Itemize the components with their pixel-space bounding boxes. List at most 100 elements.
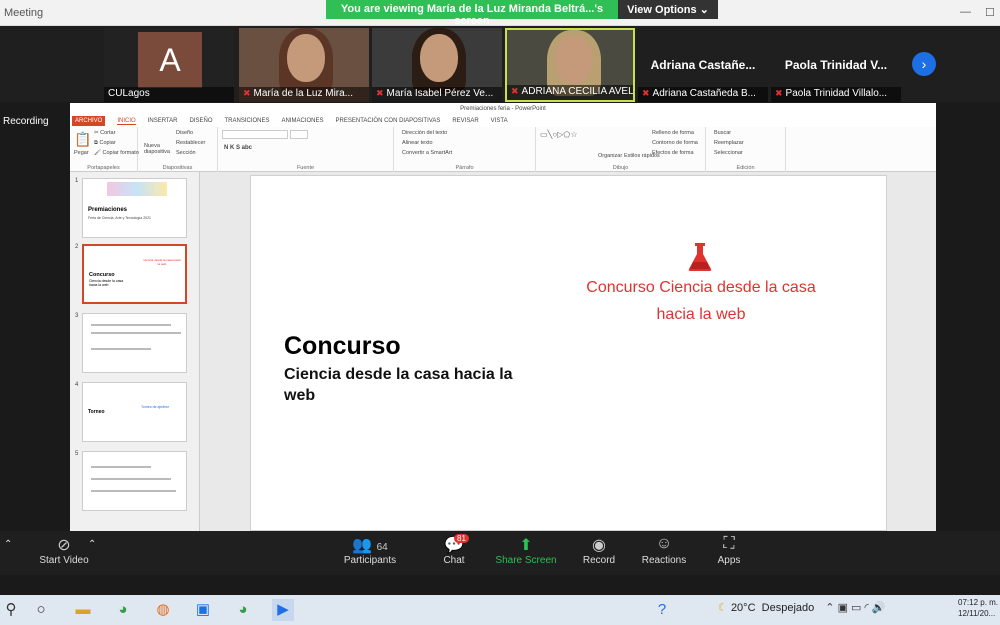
- organize-button[interactable]: Organizar: [598, 153, 622, 159]
- apps-icon: ⛶: [723, 535, 735, 552]
- find-button[interactable]: Buscar: [714, 130, 731, 136]
- participant-tile-5[interactable]: Adriana Castañe... ✖ Adriana Castañeda B.…: [638, 28, 768, 102]
- chat-badge: 81: [454, 534, 469, 543]
- cut-button[interactable]: ✂ Cortar: [94, 130, 115, 136]
- participant-tile-6[interactable]: Paola Trinidad V... ✖ Paola Trinidad Vill…: [771, 28, 901, 102]
- chat-button[interactable]: 💬 Chat 81: [436, 534, 472, 566]
- font-size-select[interactable]: [290, 130, 308, 139]
- font-style-buttons[interactable]: N K S abc: [224, 145, 252, 151]
- group-dibujo: ▭╲○▷⬠☆ Organizar Estilos rápidos Relleno…: [536, 127, 706, 172]
- participant-name: ✖ María de la Luz Mira...: [239, 87, 369, 102]
- participant-name: ✖ADRIANA CECILIA AVELA...: [507, 85, 633, 100]
- start-video-button[interactable]: ⊘ Start Video: [36, 535, 92, 566]
- tab-inicio[interactable]: INICIO: [117, 118, 136, 125]
- smartart-button[interactable]: Convertir a SmartArt: [402, 150, 452, 156]
- shape-effects-button[interactable]: Efectos de forma: [652, 150, 694, 156]
- tab-vista[interactable]: VISTA: [491, 118, 508, 124]
- slide-thumbnails: 1 Premiaciones Feria de Ciencia, Arte y …: [70, 172, 200, 531]
- share-screen-button[interactable]: ⬆ Share Screen: [494, 535, 558, 566]
- participant-tile-culagos[interactable]: A CULagos: [104, 28, 234, 102]
- tab-animaciones[interactable]: ANIMACIONES: [282, 118, 324, 124]
- window-title: Meeting: [4, 7, 44, 19]
- tab-transiciones[interactable]: TRANSICIONES: [225, 118, 270, 124]
- participant-name: ✖ María Isabel Pérez Ve...: [372, 87, 502, 102]
- ppt-title: Premiaciones feria - PowerPoint: [70, 103, 936, 115]
- paste-button[interactable]: Pegar: [74, 150, 89, 156]
- record-icon: ◉: [592, 537, 606, 554]
- apps-button[interactable]: ⛶ Apps: [714, 535, 744, 566]
- moon-icon: ☾: [718, 602, 728, 614]
- mic-muted-icon: ✖: [511, 86, 519, 96]
- participant-name: ✖ Paola Trinidad Villalo...: [771, 87, 901, 102]
- next-page-arrow-icon[interactable]: ›: [912, 52, 936, 76]
- section-button[interactable]: Sección: [176, 150, 196, 156]
- participant-name: ✖ Adriana Castañeda B...: [638, 87, 768, 102]
- video-chevron-icon[interactable]: ⌃: [88, 539, 96, 550]
- weather-widget[interactable]: ☾ 20°C Despejado ⌃ ▣ ▭ ◜ 🔊: [718, 601, 885, 614]
- participants-icon: 👥 64: [352, 537, 388, 554]
- minimize-icon[interactable]: —: [960, 6, 971, 18]
- select-button[interactable]: Seleccionar: [714, 150, 743, 156]
- thumb-slide-1[interactable]: Premiaciones Feria de Ciencia, Arte y Te…: [82, 178, 187, 238]
- slide-2[interactable]: Concurso Ciencia desde la casa hacia la …: [250, 175, 887, 531]
- help-icon[interactable]: ?: [651, 599, 673, 621]
- tab-insertar[interactable]: INSERTAR: [148, 118, 178, 124]
- zoom-app-icon[interactable]: ▶: [272, 599, 294, 621]
- tab-presentacion[interactable]: PRESENTACIÓN CON DIAPOSITIVAS: [336, 118, 441, 124]
- thumb-slide-3[interactable]: [82, 313, 187, 373]
- shape-outline-button[interactable]: Contorno de forma: [652, 140, 698, 146]
- copy-button[interactable]: ⧉ Copiar: [94, 140, 116, 147]
- mic-muted-icon: ✖: [376, 88, 384, 98]
- ribbon-tabs: ARCHIVO INICIO INSERTAR DISEÑO TRANSICIO…: [70, 115, 936, 127]
- view-options-button[interactable]: View Options ⌄: [618, 0, 718, 19]
- mic-muted-icon: ✖: [642, 88, 650, 98]
- maximize-icon[interactable]: ☐: [985, 6, 995, 19]
- participant-name: CULagos: [104, 87, 234, 102]
- slide-subheading: Ciencia desde la casa hacia la web: [284, 366, 513, 404]
- file-explorer-icon[interactable]: ▬: [72, 599, 94, 621]
- participant-tile-2[interactable]: ✖ María de la Luz Mira...: [239, 28, 369, 102]
- shape-fill-button[interactable]: Relleno de forma: [652, 130, 694, 136]
- record-button[interactable]: ◉ Record: [580, 535, 618, 566]
- participant-big-name: Adriana Castañe...: [650, 58, 756, 72]
- firefox-icon[interactable]: ◍: [152, 599, 174, 621]
- reset-button[interactable]: Restablecer: [176, 140, 205, 146]
- ribbon: 📋 Pegar ✂ Cortar ⧉ Copiar 🖌 Copiar forma…: [70, 127, 936, 172]
- thumb-slide-5[interactable]: [82, 451, 187, 511]
- thumb-slide-4[interactable]: Torneo Torneo de ajedrez: [82, 382, 187, 442]
- slide-heading: Concurso: [284, 332, 401, 360]
- group-fuente: N K S abc Fuente: [218, 127, 394, 172]
- flask-icon: [688, 243, 712, 271]
- font-family-select[interactable]: [222, 130, 288, 139]
- audio-chevron-icon[interactable]: ⌃: [4, 539, 12, 550]
- tab-archivo[interactable]: ARCHIVO: [72, 116, 106, 126]
- thumb-slide-2[interactable]: Concurso Ciencia desde la casa hacia la …: [82, 244, 187, 304]
- powerpoint-window: Premiaciones feria - PowerPoint ARCHIVO …: [70, 103, 936, 531]
- search-icon[interactable]: ⚲: [0, 599, 22, 621]
- tab-diseno[interactable]: DISEÑO: [189, 118, 212, 124]
- participant-big-name: Paola Trinidad V...: [784, 58, 888, 72]
- participant-tile-active[interactable]: ✖ADRIANA CECILIA AVELA...: [505, 28, 635, 102]
- paste-icon[interactable]: 📋: [74, 131, 91, 148]
- group-parrafo: Dirección del texto Alinear texto Conver…: [394, 127, 536, 172]
- layout-button[interactable]: Diseño: [176, 130, 193, 136]
- tray-icons: ⌃ ▣ ▭ ◜ 🔊: [825, 602, 886, 614]
- tab-revisar[interactable]: REVISAR: [452, 118, 478, 124]
- photos-icon[interactable]: ▣: [192, 599, 214, 621]
- shapes-gallery[interactable]: ▭╲○▷⬠☆: [540, 130, 577, 139]
- chrome-icon[interactable]: ◕: [112, 599, 134, 621]
- chrome-profile-icon[interactable]: ◕: [232, 599, 254, 621]
- share-icon: ⬆: [519, 537, 533, 554]
- reactions-button[interactable]: ☺ Reactions: [640, 535, 688, 566]
- align-text-button[interactable]: Alinear texto: [402, 140, 433, 146]
- participant-tile-3[interactable]: ✖ María Isabel Pérez Ve...: [372, 28, 502, 102]
- video-off-icon: ⊘: [57, 537, 71, 554]
- participants-button[interactable]: 👥 64 Participants: [340, 535, 400, 566]
- format-painter-button[interactable]: 🖌 Copiar formato: [94, 150, 139, 156]
- task-view-icon[interactable]: ○: [30, 599, 52, 621]
- mic-muted-icon: ✖: [243, 88, 251, 98]
- new-slide-button[interactable]: Nueva diapositiva: [144, 143, 170, 155]
- replace-button[interactable]: Reemplazar: [714, 140, 744, 146]
- text-direction-button[interactable]: Dirección del texto: [402, 130, 447, 136]
- system-clock[interactable]: 07:12 p. m. 12/11/20...: [958, 597, 998, 619]
